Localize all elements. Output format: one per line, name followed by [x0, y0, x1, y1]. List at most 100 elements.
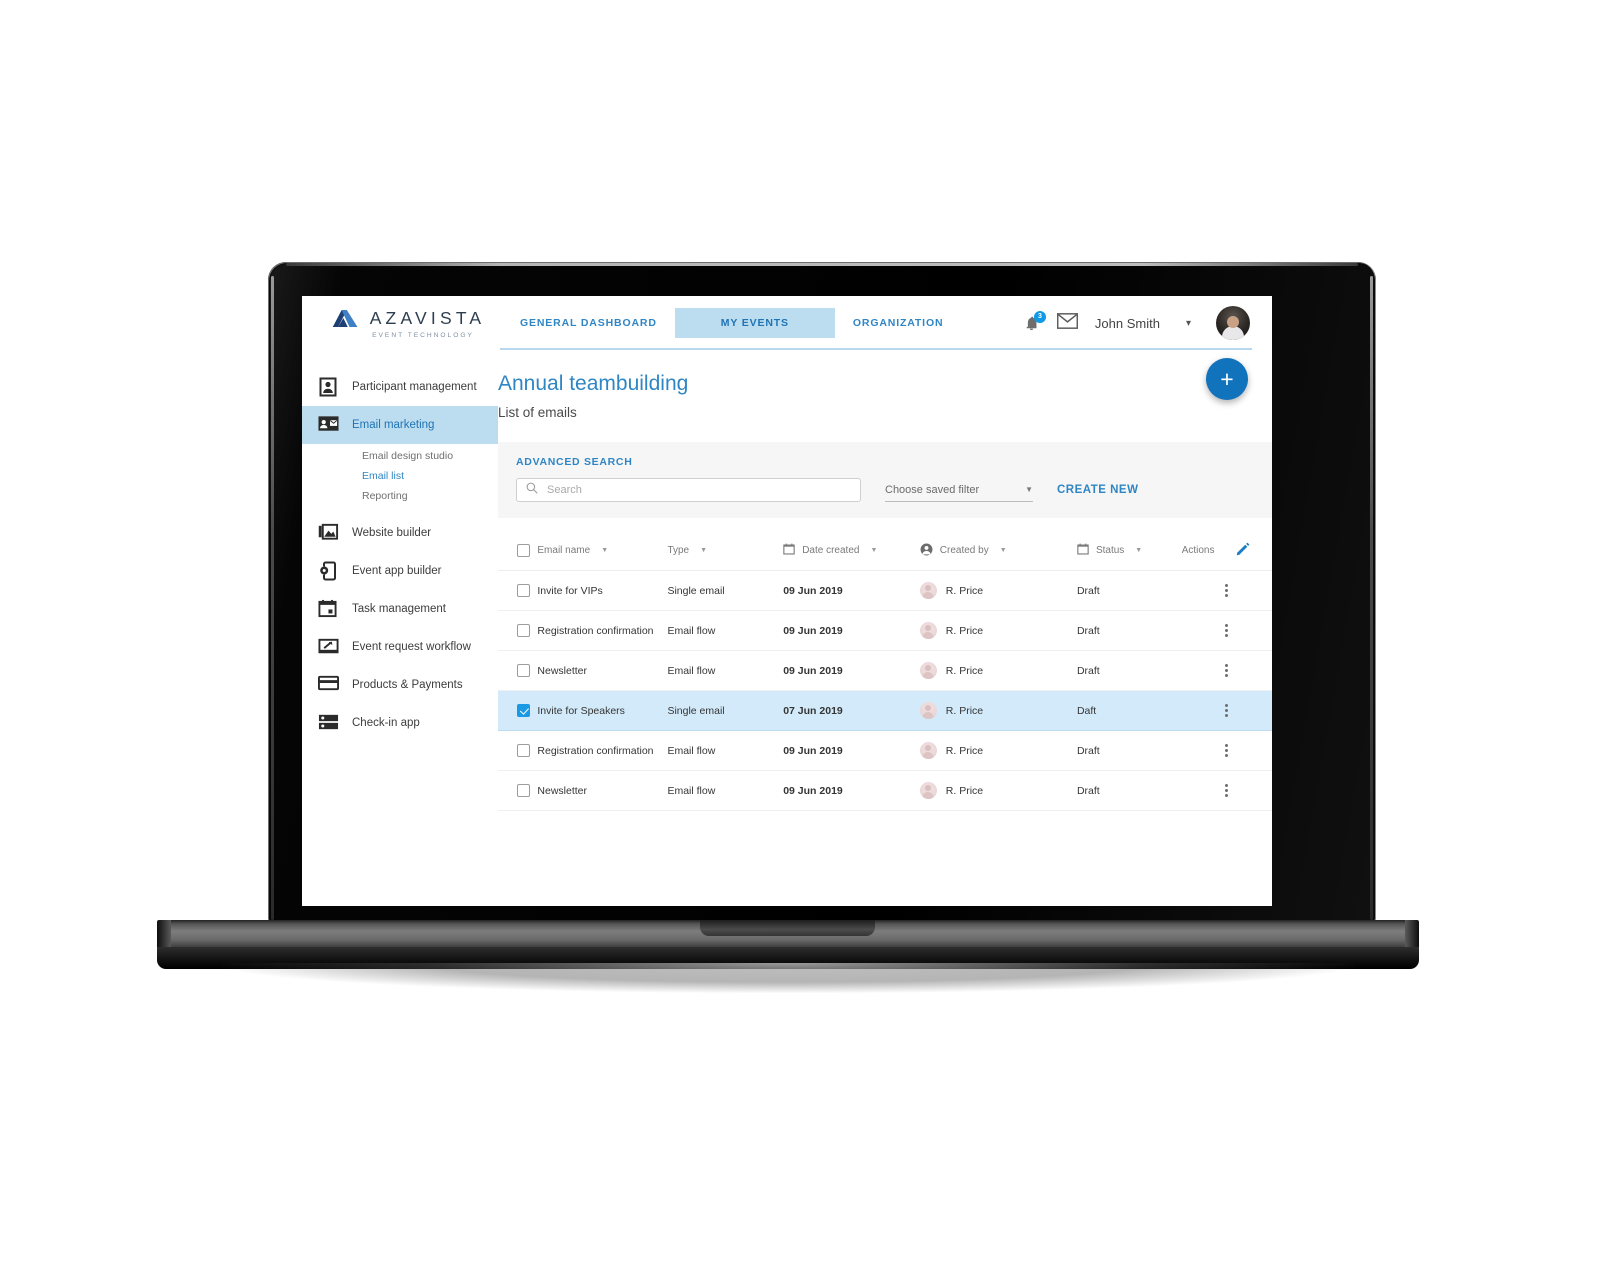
page-subtitle: List of emails [498, 405, 577, 420]
table-row[interactable]: Newsletter Email flow 09 Jun 2019 R. Pri… [498, 770, 1272, 811]
pencil-icon[interactable] [1236, 542, 1250, 559]
row-menu-icon[interactable] [1182, 624, 1272, 637]
tab-general-dashboard[interactable]: GENERAL DASHBOARD [502, 308, 675, 338]
avatar[interactable] [1216, 306, 1250, 340]
search-input[interactable] [547, 484, 851, 496]
laptop-base-shadow [222, 963, 1354, 993]
create-email-fab[interactable]: + [1206, 358, 1248, 400]
column-select-all [498, 532, 538, 571]
table-body: Invite for VIPs Single email 09 Jun 2019… [498, 570, 1272, 811]
notification-badge: 3 [1033, 310, 1046, 323]
row-checkbox[interactable] [517, 784, 530, 797]
table-row[interactable]: Invite for VIPs Single email 09 Jun 2019… [498, 570, 1272, 611]
tab-my-events[interactable]: MY EVENTS [674, 308, 835, 338]
topbar-actions: 3 John Smith ▾ [1023, 306, 1272, 340]
sidebar-item-event-app-builder[interactable]: Event app builder [302, 552, 498, 590]
credit-card-icon [318, 675, 339, 695]
created-by-name: R. Price [945, 704, 984, 717]
column-label: Date created [802, 545, 860, 556]
advanced-search-label: ADVANCED SEARCH [516, 456, 633, 468]
user-avatar [919, 622, 937, 639]
cell-date-created: 07 Jun 2019 [783, 690, 920, 731]
user-avatar [919, 702, 937, 719]
user-avatar [919, 662, 937, 679]
sidebar-item-check-in-app[interactable]: Check-in app [302, 704, 498, 742]
row-select-cell [498, 650, 538, 691]
sort-date-chevron-down-icon[interactable]: ▼ [870, 547, 877, 554]
user-name-label: John Smith [1094, 315, 1160, 331]
row-checkbox[interactable] [517, 624, 530, 637]
sidebar-item-participant-management[interactable]: Participant management [302, 368, 498, 406]
cell-status: Draft [1076, 650, 1182, 691]
sort-created-by-chevron-down-icon[interactable]: ▼ [1000, 547, 1007, 554]
laptop-base-right-edge [1405, 920, 1419, 948]
cell-actions [1181, 650, 1272, 691]
table-row[interactable]: Registration confirmation Email flow 09 … [498, 610, 1272, 651]
cell-status: Draft [1076, 770, 1182, 811]
laptop-bezel-edge-right [1370, 276, 1373, 920]
user-menu-chevron-down-icon[interactable]: ▾ [1186, 318, 1191, 329]
messages-button[interactable] [1056, 312, 1078, 334]
row-menu-icon[interactable] [1182, 784, 1272, 797]
row-checkbox[interactable] [517, 704, 530, 717]
column-actions: Actions [1181, 532, 1272, 571]
search-icon [526, 481, 538, 499]
create-new-button[interactable]: CREATE NEW [1057, 484, 1138, 496]
brand-tagline: EVENT TECHNOLOGY [372, 331, 474, 339]
top-navigation-tabs: GENERAL DASHBOARD MY EVENTS ORGANIZATION [502, 308, 961, 338]
cell-email-name: Registration confirmation [537, 610, 668, 651]
search-field-wrapper[interactable] [516, 478, 861, 502]
contact-card-icon [318, 377, 338, 397]
email-contact-icon [318, 415, 339, 435]
notifications-button[interactable]: 3 [1023, 310, 1046, 333]
app-body: Participant management Email marketing E… [302, 350, 1272, 906]
row-menu-icon[interactable] [1182, 744, 1272, 757]
select-all-checkbox[interactable] [517, 544, 530, 557]
table-row-selected[interactable]: Invite for Speakers Single email 07 Jun … [498, 690, 1272, 731]
tab-organization[interactable]: ORGANIZATION [835, 308, 962, 338]
laptop-bezel-edge-left [271, 276, 274, 920]
sidebar: Participant management Email marketing E… [302, 350, 498, 906]
calendar-icon [1077, 543, 1089, 558]
sidebar-item-task-management[interactable]: Task management [302, 590, 498, 628]
table-header-row: Email name ▼ Type ▼ Date created ▼ Creat… [498, 532, 1272, 571]
row-select-cell [498, 610, 538, 651]
column-status: Status ▼ [1076, 532, 1182, 571]
cell-email-name: Registration confirmation [537, 730, 668, 771]
row-checkbox[interactable] [517, 584, 530, 597]
row-menu-icon[interactable] [1182, 704, 1272, 717]
row-checkbox[interactable] [517, 664, 530, 677]
sidebar-item-event-request-workflow[interactable]: Event request workflow [302, 628, 498, 666]
sidebar-subitem-email-list[interactable]: Email list [302, 466, 498, 486]
brand-logo[interactable]: AZAVISTA EVENT TECHNOLOGY [302, 308, 498, 339]
laptop-bezel-edge-top [286, 263, 1358, 266]
saved-filter-select[interactable]: Choose saved filter ▼ [885, 478, 1033, 502]
sidebar-subitem-reporting[interactable]: Reporting [302, 486, 498, 506]
presentation-arrow-icon [318, 637, 339, 657]
cell-type: Email flow [667, 610, 784, 651]
sidebar-item-website-builder[interactable]: Website builder [302, 514, 498, 552]
sidebar-item-email-marketing[interactable]: Email marketing [302, 406, 498, 444]
sidebar-label: Participant management [352, 381, 477, 393]
email-list-table: Email name ▼ Type ▼ Date created ▼ Creat… [498, 532, 1272, 811]
cell-created-by: R. Price [919, 770, 1077, 811]
row-menu-icon[interactable] [1182, 664, 1272, 677]
row-checkbox[interactable] [517, 744, 530, 757]
sort-type-chevron-down-icon[interactable]: ▼ [700, 547, 707, 554]
sort-email-name-chevron-down-icon[interactable]: ▼ [601, 547, 608, 554]
cell-status: Daft [1076, 690, 1182, 731]
sort-status-chevron-down-icon[interactable]: ▼ [1135, 547, 1142, 554]
table-row[interactable]: Registration confirmation Email flow 09 … [498, 730, 1272, 771]
row-menu-icon[interactable] [1182, 584, 1272, 597]
sidebar-subitem-email-design-studio[interactable]: Email design studio [302, 446, 498, 466]
column-type: Type ▼ [667, 532, 784, 571]
cell-date-created: 09 Jun 2019 [783, 730, 920, 771]
sidebar-item-products-payments[interactable]: Products & Payments [302, 666, 498, 704]
page-header: Annual teambuilding List of emails + [498, 350, 1272, 428]
table-row[interactable]: Newsletter Email flow 09 Jun 2019 R. Pri… [498, 650, 1272, 691]
cell-status: Draft [1076, 570, 1182, 611]
row-select-cell [498, 770, 538, 811]
cell-type: Email flow [667, 770, 784, 811]
app-topbar: AZAVISTA EVENT TECHNOLOGY GENERAL DASHBO… [302, 296, 1272, 350]
cell-date-created: 09 Jun 2019 [783, 770, 920, 811]
